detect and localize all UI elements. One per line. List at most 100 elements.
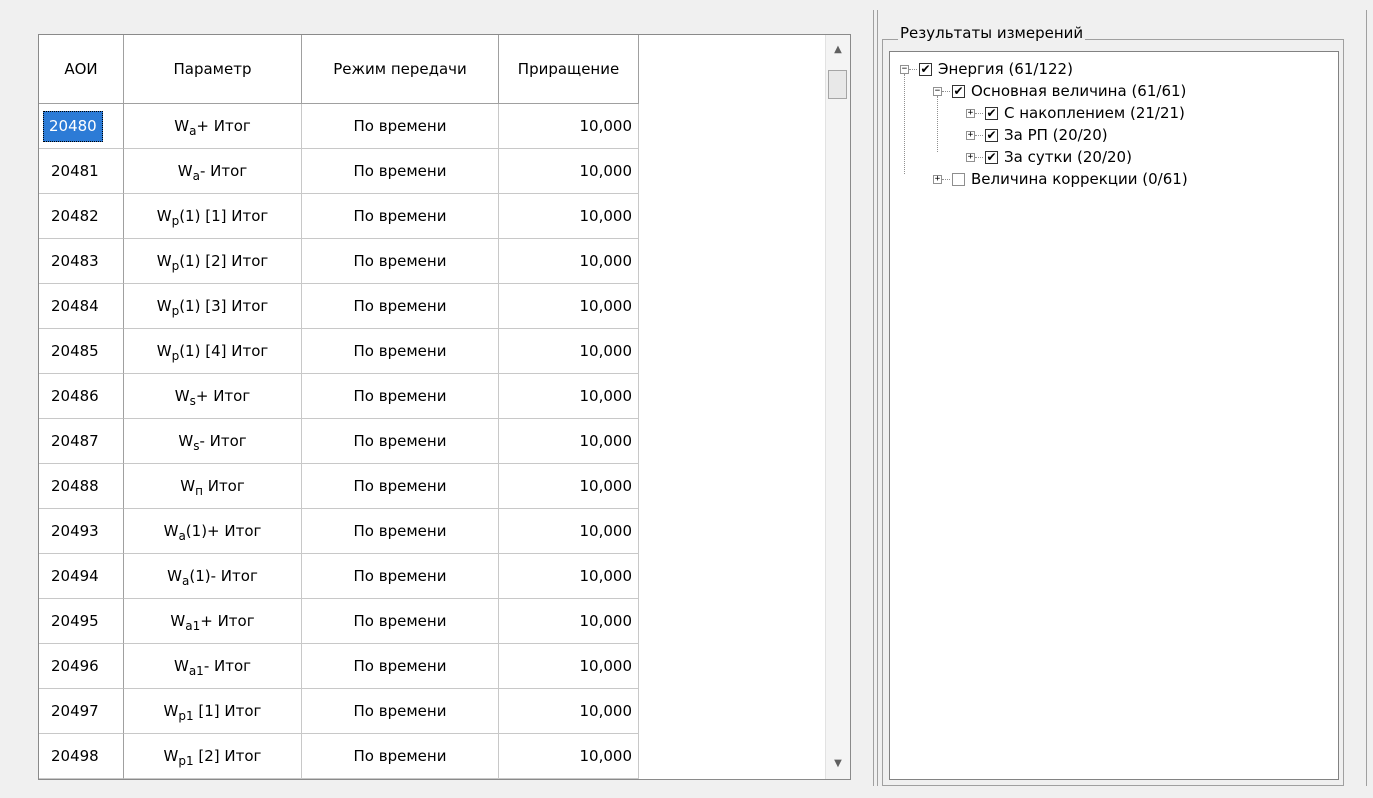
cell-aoi[interactable]: 20493 — [39, 509, 124, 554]
cell-increment[interactable]: 10,000 — [499, 554, 639, 599]
table-row[interactable]: 20494 Wa(1)- Итог По времени 10,000 — [39, 554, 639, 599]
scrollbar-thumb[interactable] — [828, 70, 847, 99]
cell-aoi[interactable]: 20488 — [39, 464, 124, 509]
cell-aoi[interactable]: 20495 — [39, 599, 124, 644]
checkbox[interactable]: ✔ — [985, 150, 998, 164]
cell-transfer-mode[interactable]: По времени — [302, 104, 499, 149]
cell-aoi[interactable]: 20486 — [39, 374, 124, 419]
cell-transfer-mode[interactable]: По времени — [302, 689, 499, 734]
tree-node-label[interactable]: С накоплением (21/21) — [1004, 104, 1185, 122]
cell-transfer-mode[interactable]: По времени — [302, 419, 499, 464]
table-row[interactable]: 20497 Wp1 [1] Итог По времени 10,000 — [39, 689, 639, 734]
cell-aoi[interactable]: 20483 — [39, 239, 124, 284]
cell-transfer-mode[interactable]: По времени — [302, 194, 499, 239]
table-row[interactable]: 20498 Wp1 [2] Итог По времени 10,000 — [39, 734, 639, 779]
expand-icon[interactable]: + — [966, 130, 975, 140]
cell-aoi[interactable]: 20487 — [39, 419, 124, 464]
parameters-grid[interactable]: АОИ Параметр Режим передачи Приращение 2… — [38, 34, 851, 780]
cell-parameter[interactable]: Wp(1) [2] Итог — [124, 239, 302, 284]
grid-vertical-scrollbar[interactable]: ▲ ▼ — [825, 35, 850, 779]
table-row[interactable]: 20481 Wa- Итог По времени 10,000 — [39, 149, 639, 194]
cell-transfer-mode[interactable]: По времени — [302, 464, 499, 509]
cell-aoi[interactable]: 20494 — [39, 554, 124, 599]
cell-increment[interactable]: 10,000 — [499, 329, 639, 374]
expand-icon[interactable]: + — [933, 174, 942, 184]
cell-increment[interactable]: 10,000 — [499, 104, 639, 149]
cell-parameter[interactable]: Ws- Итог — [124, 419, 302, 464]
tree-node-label[interactable]: За РП (20/20) — [1004, 126, 1108, 144]
cell-increment[interactable]: 10,000 — [499, 419, 639, 464]
cell-transfer-mode[interactable]: По времени — [302, 374, 499, 419]
cell-aoi[interactable]: 20481 — [39, 149, 124, 194]
cell-parameter[interactable]: Wp(1) [3] Итог — [124, 284, 302, 329]
cell-aoi[interactable]: 20497 — [39, 689, 124, 734]
column-header-aoi[interactable]: АОИ — [39, 35, 124, 104]
cell-increment[interactable]: 10,000 — [499, 644, 639, 689]
table-row[interactable]: 20485 Wp(1) [4] Итог По времени 10,000 — [39, 329, 639, 374]
expand-icon[interactable]: + — [966, 152, 975, 162]
cell-parameter[interactable]: Wa- Итог — [124, 149, 302, 194]
cell-transfer-mode[interactable]: По времени — [302, 239, 499, 284]
table-row[interactable]: 20482 Wp(1) [1] Итог По времени 10,000 — [39, 194, 639, 239]
cell-increment[interactable]: 10,000 — [499, 239, 639, 284]
tree-node-label[interactable]: Основная величина (61/61) — [971, 82, 1186, 100]
cell-transfer-mode[interactable]: По времени — [302, 734, 499, 779]
cell-aoi[interactable]: 20498 — [39, 734, 124, 779]
table-row[interactable]: 20496 Wa1- Итог По времени 10,000 — [39, 644, 639, 689]
checkbox[interactable]: ✔ — [985, 128, 998, 142]
cell-transfer-mode[interactable]: По времени — [302, 329, 499, 374]
table-row[interactable]: 20486 Ws+ Итог По времени 10,000 — [39, 374, 639, 419]
cell-parameter[interactable]: Wp(1) [4] Итог — [124, 329, 302, 374]
table-row[interactable]: 20480 Wa+ Итог По времени 10,000 — [39, 104, 639, 149]
expand-icon[interactable]: + — [966, 108, 975, 118]
tree-node[interactable]: + ✔ За РП (20/20) — [966, 124, 1108, 146]
cell-increment[interactable]: 10,000 — [499, 284, 639, 329]
tree-node-label[interactable]: За сутки (20/20) — [1004, 148, 1132, 166]
cell-parameter[interactable]: Wa(1)- Итог — [124, 554, 302, 599]
table-row[interactable]: 20487 Ws- Итог По времени 10,000 — [39, 419, 639, 464]
cell-aoi[interactable]: 20484 — [39, 284, 124, 329]
tree-node[interactable]: + Величина коррекции (0/61) — [933, 168, 1188, 190]
cell-parameter[interactable]: Wp1 [1] Итог — [124, 689, 302, 734]
cell-parameter[interactable]: Wa1- Итог — [124, 644, 302, 689]
cell-aoi[interactable]: 20496 — [39, 644, 124, 689]
checkbox[interactable]: ✔ — [985, 106, 998, 120]
cell-increment[interactable]: 10,000 — [499, 374, 639, 419]
cell-parameter[interactable]: Wп Итог — [124, 464, 302, 509]
cell-transfer-mode[interactable]: По времени — [302, 284, 499, 329]
cell-increment[interactable]: 10,000 — [499, 734, 639, 779]
scroll-down-arrow-icon[interactable]: ▼ — [826, 753, 850, 775]
cell-increment[interactable]: 10,000 — [499, 509, 639, 554]
cell-parameter[interactable]: Wa+ Итог — [124, 104, 302, 149]
cell-increment[interactable]: 10,000 — [499, 464, 639, 509]
scroll-up-arrow-icon[interactable]: ▲ — [826, 39, 850, 61]
collapse-icon[interactable]: − — [900, 64, 909, 74]
tree-node[interactable]: + ✔ За сутки (20/20) — [966, 146, 1132, 168]
table-row[interactable]: 20493 Wa(1)+ Итог По времени 10,000 — [39, 509, 639, 554]
checkbox[interactable]: ✔ — [919, 62, 932, 76]
tree-node-label[interactable]: Энергия (61/122) — [938, 60, 1073, 78]
cell-increment[interactable]: 10,000 — [499, 689, 639, 734]
cell-aoi[interactable]: 20485 — [39, 329, 124, 374]
cell-transfer-mode[interactable]: По времени — [302, 644, 499, 689]
column-header-transfer-mode[interactable]: Режим передачи — [302, 35, 499, 104]
cell-increment[interactable]: 10,000 — [499, 599, 639, 644]
cell-increment[interactable]: 10,000 — [499, 149, 639, 194]
table-row[interactable]: 20483 Wp(1) [2] Итог По времени 10,000 — [39, 239, 639, 284]
cell-parameter[interactable]: Ws+ Итог — [124, 374, 302, 419]
cell-transfer-mode[interactable]: По времени — [302, 149, 499, 194]
cell-parameter[interactable]: Wa1+ Итог — [124, 599, 302, 644]
cell-parameter[interactable]: Wp1 [2] Итог — [124, 734, 302, 779]
table-row[interactable]: 20484 Wp(1) [3] Итог По времени 10,000 — [39, 284, 639, 329]
tree-node[interactable]: − ✔ Основная величина (61/61) — [933, 80, 1186, 102]
cell-aoi[interactable]: 20480 — [39, 104, 124, 149]
tree-node-label[interactable]: Величина коррекции (0/61) — [971, 170, 1188, 188]
cell-parameter[interactable]: Wp(1) [1] Итог — [124, 194, 302, 239]
cell-aoi[interactable]: 20482 — [39, 194, 124, 239]
tree-node[interactable]: − ✔ Энергия (61/122) — [900, 58, 1073, 80]
collapse-icon[interactable]: − — [933, 86, 942, 96]
tree-node[interactable]: + ✔ С накоплением (21/21) — [966, 102, 1185, 124]
table-row[interactable]: 20488 Wп Итог По времени 10,000 — [39, 464, 639, 509]
cell-parameter[interactable]: Wa(1)+ Итог — [124, 509, 302, 554]
column-header-increment[interactable]: Приращение — [499, 35, 639, 104]
